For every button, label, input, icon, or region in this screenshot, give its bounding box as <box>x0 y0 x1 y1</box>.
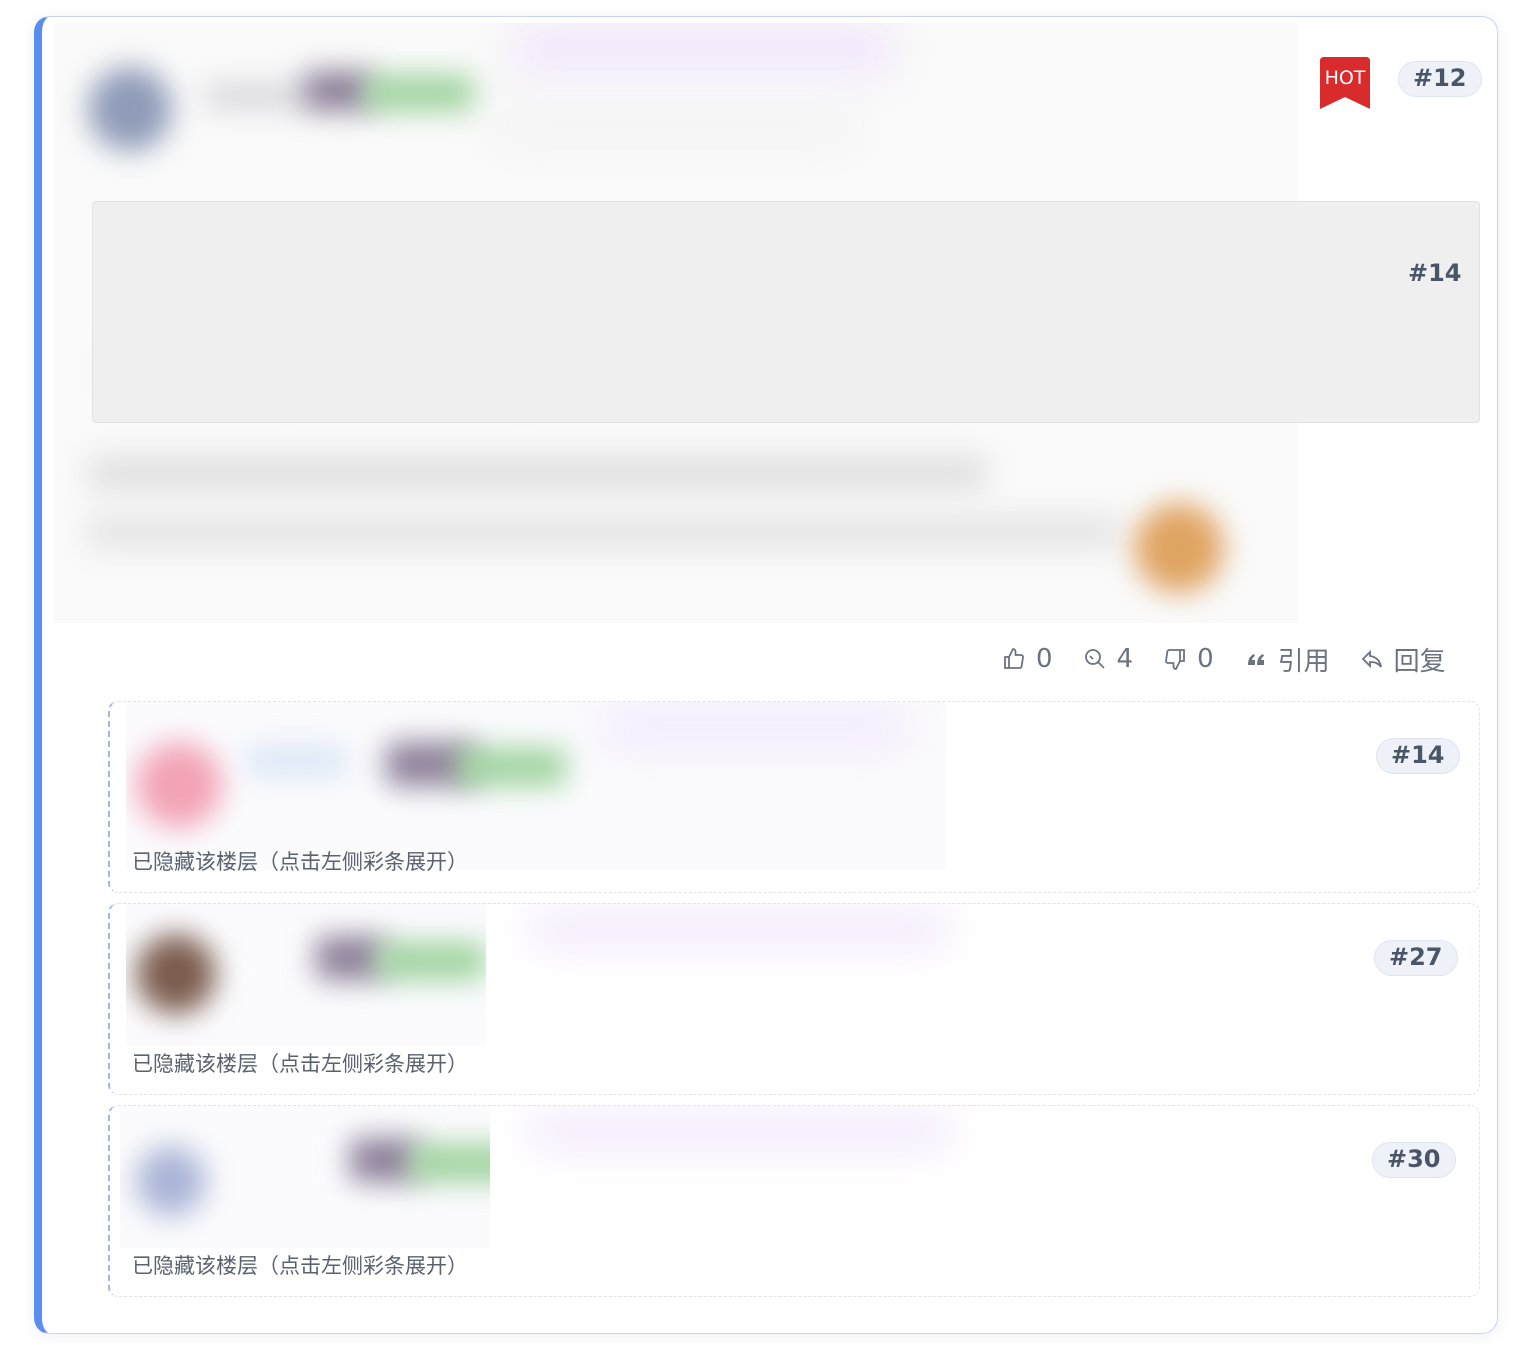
floor-number[interactable]: #14 <box>1376 738 1460 774</box>
tag-badge <box>364 75 474 111</box>
quote-button[interactable]: 引用 <box>1244 641 1330 678</box>
hidden-floor-note: 已隐藏该楼层（点击左侧彩条展开） <box>132 1254 468 1278</box>
floor-number[interactable]: #12 <box>1398 61 1482 97</box>
quote-label: 引用 <box>1277 646 1330 677</box>
thumbs-up-icon <box>1004 648 1024 669</box>
blurred-reply-header <box>120 1106 490 1248</box>
quote-box <box>92 201 1480 423</box>
emoji-sticker <box>1134 503 1224 593</box>
blurred-reply-header <box>126 702 946 870</box>
view-count: 4 <box>1116 644 1134 674</box>
view-button[interactable]: 4 <box>1083 644 1134 674</box>
hot-badge: HOT <box>1320 57 1370 109</box>
avatar <box>136 934 216 1014</box>
post-card: HOT #12 #14 0 4 0 引用 回复 #14 已隐藏该楼层（点击左侧彩… <box>34 16 1498 1334</box>
action-bar: 0 4 0 引用 回复 <box>1002 639 1446 679</box>
sub-reply[interactable]: #30 已隐藏该楼层（点击左侧彩条展开） <box>108 1105 1480 1297</box>
dislike-count: 0 <box>1197 644 1214 674</box>
floor-number[interactable]: #27 <box>1374 940 1458 976</box>
floor-number[interactable]: #30 <box>1372 1142 1456 1178</box>
quote-icon <box>1247 654 1264 665</box>
username-placeholder <box>204 83 314 109</box>
hot-label: HOT <box>1324 67 1366 89</box>
thumbs-down-icon <box>1165 649 1185 670</box>
blurred-reply-header <box>126 904 486 1046</box>
reply-button[interactable]: 回复 <box>1360 641 1446 678</box>
blurred-text-line <box>88 515 1118 549</box>
quote-floor-number[interactable]: #14 <box>1408 259 1462 287</box>
magnify-icon <box>1084 649 1105 669</box>
like-button[interactable]: 0 <box>1002 644 1053 674</box>
hidden-floor-note: 已隐藏该楼层（点击左侧彩条展开） <box>132 850 468 874</box>
sub-reply[interactable]: #27 已隐藏该楼层（点击左侧彩条展开） <box>108 903 1480 1095</box>
avatar <box>88 67 172 151</box>
dislike-button[interactable]: 0 <box>1163 644 1214 674</box>
avatar <box>136 1146 206 1216</box>
hidden-floor-note: 已隐藏该楼层（点击左侧彩条展开） <box>132 1052 468 1076</box>
avatar <box>136 742 222 828</box>
like-count: 0 <box>1036 644 1053 674</box>
sub-reply[interactable]: #14 已隐藏该楼层（点击左侧彩条展开） <box>108 701 1480 893</box>
reply-icon <box>1361 649 1382 669</box>
blurred-text-line <box>88 455 988 491</box>
reply-label: 回复 <box>1393 646 1446 677</box>
